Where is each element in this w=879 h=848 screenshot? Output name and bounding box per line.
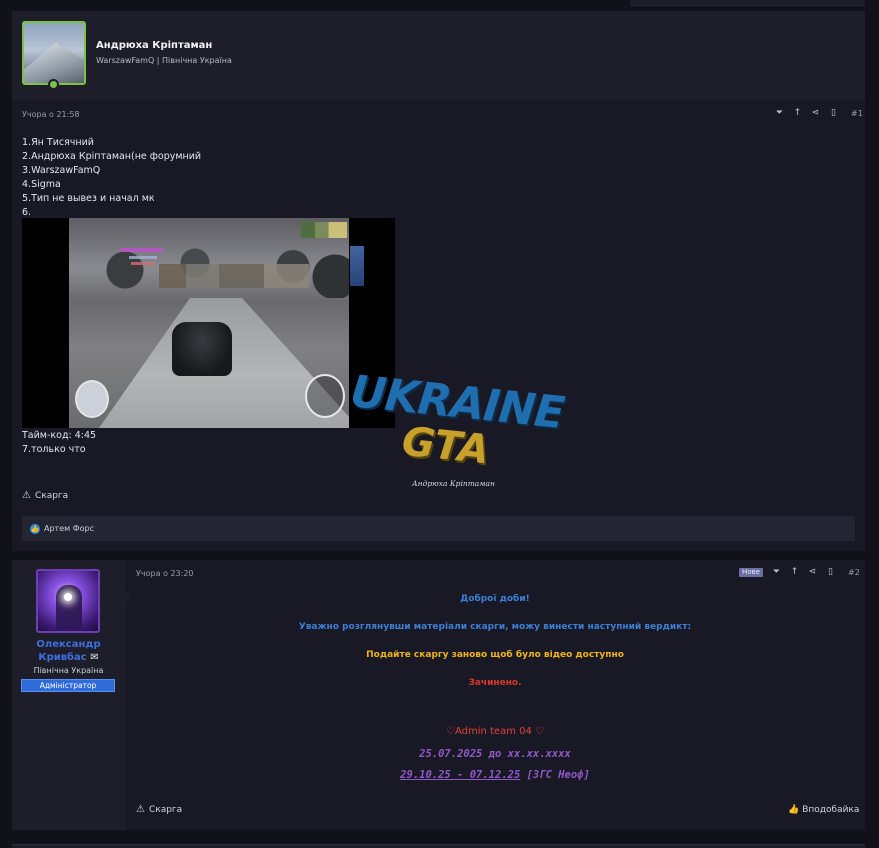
logo-text-gta: GTA — [399, 418, 492, 474]
chevron-circle-icon[interactable]: ⏷ — [775, 109, 784, 118]
video-frame — [69, 218, 349, 428]
mail-icon[interactable]: ✉ — [90, 652, 98, 663]
post-number[interactable]: #1 — [851, 109, 863, 118]
online-status-icon — [48, 79, 59, 90]
admin-team-text: ♡Admin team 04 ♡ — [445, 726, 544, 737]
post-author-header: Андрюха Кріптаман WarszawFamQ | Північна… — [12, 11, 865, 100]
author-subtitle: WarszawFamQ | Північна Україна — [96, 56, 232, 65]
avatar[interactable] — [36, 569, 100, 633]
warning-icon: ⚠ — [136, 804, 145, 815]
author-sidebar: Олександр Кривбас ✉ Північна Україна Адм… — [12, 560, 132, 830]
minimap-image — [75, 380, 109, 418]
body-line: 3.WarszawFamQ — [22, 165, 101, 176]
report-button[interactable]: ⚠ Скарга — [22, 490, 69, 502]
report-label: Скарга — [34, 491, 69, 501]
speedometer-image — [305, 374, 345, 418]
new-badge: Нове — [739, 568, 763, 577]
embedded-video[interactable] — [22, 218, 395, 428]
author-name-line2: Кривбас — [38, 652, 87, 663]
like-reaction-icon: 👍 — [30, 523, 40, 534]
date-range-text: 25.07.2025 до xx.xx.xxxx — [419, 748, 571, 760]
author-name[interactable]: Андрюха Кріптаман — [96, 40, 212, 51]
verdict-intro-text: Уважно розглянувши матеріали скарги, мож… — [298, 622, 692, 632]
body-line: 1.Ян Тисячний — [22, 137, 94, 148]
date-range-link[interactable]: 29.10.25 - 07.12.25 — [400, 769, 520, 781]
hud-side-icon — [350, 246, 364, 286]
body-line: 4.Sigma — [22, 179, 61, 190]
car-image — [172, 322, 232, 376]
forum-post-2: Олександр Кривбас ✉ Північна Україна Адм… — [12, 560, 865, 830]
arrow-up-icon[interactable]: ↑ — [793, 109, 802, 118]
post-number[interactable]: #2 — [848, 568, 860, 577]
reactions-bar[interactable]: 👍 Артем Форс — [22, 516, 855, 541]
author-name[interactable]: Олександр Кривбас ✉ — [12, 638, 125, 664]
post-actions: Нове ⏷ ↑ ⋖ ▯ #2 — [739, 568, 860, 577]
bookmark-icon[interactable]: ▯ — [826, 568, 835, 577]
signature-logo: UKRAINE GTA Андрюха Кріптаман — [348, 366, 566, 488]
bookmark-icon[interactable]: ▯ — [829, 109, 838, 118]
report-label: Скарга — [148, 805, 183, 815]
signature-text: Андрюха Кріптаман — [412, 479, 495, 488]
author-region: Північна Україна — [33, 666, 104, 675]
post-actions: ⏷ ↑ ⋖ ▯ #1 — [775, 109, 863, 119]
body-line: 5.Тип не вывез и начал мк — [22, 193, 155, 204]
post-timestamp[interactable]: Учора о 23:20 — [136, 569, 194, 578]
next-post-edge — [12, 844, 865, 848]
author-name-line1: Олександр — [36, 639, 101, 650]
like-label: Вподобайка — [802, 805, 860, 815]
greeting-text: Доброї доби! — [460, 594, 530, 604]
post-timestamp[interactable]: Учора о 21:58 — [22, 110, 80, 119]
like-button[interactable]: 👍 Вподобайка — [788, 805, 859, 815]
date-range-2: 29.10.25 - 07.12.25 [ЗГС Неоф] — [136, 769, 854, 781]
chevron-circle-icon[interactable]: ⏷ — [772, 568, 781, 577]
role-badge: Адміністратор — [21, 679, 115, 692]
post-body-continued: Тайм-код: 4:45 7.только что — [22, 429, 96, 457]
share-icon[interactable]: ⋖ — [811, 109, 820, 118]
avatar[interactable] — [22, 21, 86, 85]
previous-post-edge — [630, 0, 865, 6]
thumbs-up-icon: 👍 — [788, 805, 800, 815]
forum-post-1: Андрюха Кріптаман WarszawFamQ | Північна… — [12, 11, 865, 551]
report-button[interactable]: ⚠ Скарга — [136, 804, 183, 816]
reaction-user[interactable]: Артем Форс — [44, 524, 94, 533]
arrow-up-icon[interactable]: ↑ — [790, 568, 799, 577]
body-line: Тайм-код: 4:45 — [22, 430, 97, 441]
closed-status-text: Зачинено. — [468, 678, 522, 688]
warning-icon: ⚠ — [22, 490, 31, 501]
body-line: 2.Андрюха Кріптаман(не форумний — [22, 151, 202, 162]
post-body: 1.Ян Тисячний 2.Андрюха Кріптаман(не фор… — [22, 136, 201, 220]
share-icon[interactable]: ⋖ — [808, 568, 817, 577]
date-range-suffix: [ЗГС Неоф] — [520, 769, 590, 781]
resubmit-text: Подайте скаргу заново щоб було відео дос… — [366, 650, 624, 660]
body-line: 7.только что — [22, 444, 86, 455]
